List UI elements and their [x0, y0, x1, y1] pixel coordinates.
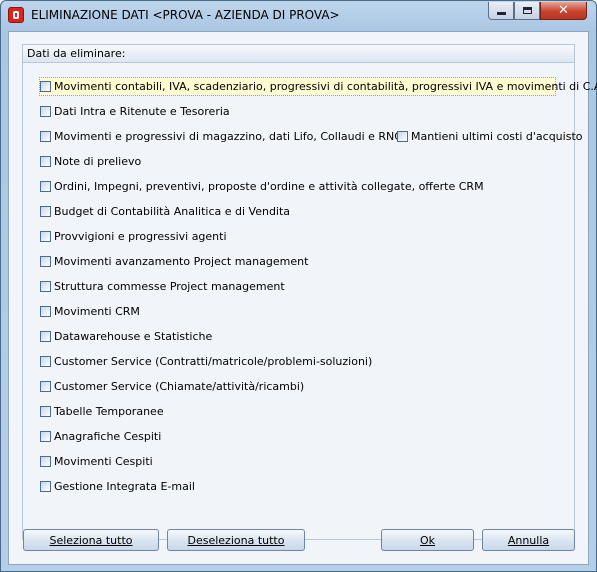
checkbox[interactable]: [40, 156, 51, 167]
checkbox[interactable]: [40, 206, 51, 217]
ok-button[interactable]: Ok: [381, 529, 474, 551]
option-movimenti-project[interactable]: Movimenti avanzamento Project management: [40, 253, 308, 270]
maximize-icon: [522, 7, 532, 14]
option-label: Customer Service (Chiamate/attività/rica…: [54, 380, 305, 393]
option-customer-service-chiamate[interactable]: Customer Service (Chiamate/attività/rica…: [40, 378, 304, 395]
option-dati-intra[interactable]: Dati Intra e Ritenute e Tesoreria: [40, 103, 230, 120]
checkbox[interactable]: [40, 181, 51, 192]
title-bar[interactable]: ELIMINAZIONE DATI <PROVA - AZIENDA DI PR…: [1, 1, 596, 31]
checkbox[interactable]: [40, 431, 51, 442]
dialog-body: Dati da eliminare: Movimenti contabili, …: [8, 31, 597, 565]
option-label: Dati Intra e Ritenute e Tesoreria: [54, 105, 230, 118]
checkbox[interactable]: [40, 406, 51, 417]
option-label: Movimenti avanzamento Project management: [54, 255, 309, 268]
option-label: Datawarehouse e Statistiche: [54, 330, 213, 343]
option-datawarehouse[interactable]: Datawarehouse e Statistiche: [40, 328, 212, 345]
checkbox[interactable]: [40, 381, 51, 392]
checkbox[interactable]: [40, 306, 51, 317]
option-movimenti-magazzino[interactable]: Movimenti e progressivi di magazzino, da…: [40, 128, 402, 145]
checkbox[interactable]: [40, 256, 51, 267]
option-label: Movimenti contabili, IVA, scadenziario, …: [54, 80, 597, 93]
option-provvigioni[interactable]: Provvigioni e progressivi agenti: [40, 228, 227, 245]
option-label: Budget di Contabilità Analitica e di Ven…: [54, 205, 291, 218]
option-label: Anagrafiche Cespiti: [54, 430, 162, 443]
option-tabelle-temporanee[interactable]: Tabelle Temporanee: [40, 403, 164, 420]
option-budget[interactable]: Budget di Contabilità Analitica e di Ven…: [40, 203, 290, 220]
option-note-prelievo[interactable]: Note di prelievo: [40, 153, 141, 170]
option-gestione-email[interactable]: Gestione Integrata E-mail: [40, 478, 195, 495]
checkbox[interactable]: [397, 131, 408, 142]
option-movimenti-cespiti[interactable]: Movimenti Cespiti: [40, 453, 153, 470]
option-label: Mantieni ultimi costi d'acquisto: [411, 130, 583, 143]
option-label: Movimenti Cespiti: [54, 455, 153, 468]
checkbox[interactable]: [40, 481, 51, 492]
maximize-button[interactable]: [514, 2, 540, 20]
checkbox[interactable]: [40, 81, 51, 92]
data-to-delete-group: Dati da eliminare: Movimenti contabili, …: [22, 44, 597, 540]
checkbox[interactable]: [40, 231, 51, 242]
minimize-icon: [496, 12, 506, 15]
app-logo-icon: [8, 7, 24, 23]
checkbox[interactable]: [40, 131, 51, 142]
option-label: Ordini, Impegni, preventivi, proposte d'…: [54, 180, 484, 193]
option-movimenti-contabili[interactable]: Movimenti contabili, IVA, scadenziario, …: [39, 77, 597, 96]
cancel-button[interactable]: Annulla: [482, 529, 575, 551]
select-all-button[interactable]: Seleziona tutto: [23, 529, 159, 551]
option-ordini-impegni[interactable]: Ordini, Impegni, preventivi, proposte d'…: [40, 178, 484, 195]
deselect-all-button[interactable]: Deseleziona tutto: [167, 529, 305, 551]
option-label: Movimenti CRM: [54, 305, 140, 318]
option-label: Tabelle Temporanee: [54, 405, 164, 418]
option-customer-service-contratti[interactable]: Customer Service (Contratti/matricole/pr…: [40, 353, 372, 370]
group-header: Dati da eliminare:: [23, 45, 574, 63]
option-label: Note di prelievo: [54, 155, 142, 168]
option-struttura-commesse[interactable]: Struttura commesse Project management: [40, 278, 285, 295]
minimize-button[interactable]: [488, 2, 514, 20]
option-label: Customer Service (Contratti/matricole/pr…: [54, 355, 373, 368]
checkbox[interactable]: [40, 356, 51, 367]
window-title: ELIMINAZIONE DATI <PROVA - AZIENDA DI PR…: [31, 8, 340, 22]
option-label: Movimenti e progressivi di magazzino, da…: [54, 130, 402, 143]
close-icon: ✕: [558, 2, 569, 18]
option-label: Struttura commesse Project management: [54, 280, 285, 293]
option-movimenti-crm[interactable]: Movimenti CRM: [40, 303, 140, 320]
close-button[interactable]: ✕: [540, 2, 587, 20]
dialog-window: ELIMINAZIONE DATI <PROVA - AZIENDA DI PR…: [0, 0, 597, 572]
checkbox[interactable]: [40, 456, 51, 467]
option-anagrafiche-cespiti[interactable]: Anagrafiche Cespiti: [40, 428, 161, 445]
checkbox[interactable]: [40, 106, 51, 117]
option-mantieni-ultimi-costi[interactable]: Mantieni ultimi costi d'acquisto: [397, 128, 582, 145]
option-label: Provvigioni e progressivi agenti: [54, 230, 227, 243]
checkbox[interactable]: [40, 281, 51, 292]
checkbox[interactable]: [40, 331, 51, 342]
group-title: Dati da eliminare:: [27, 47, 126, 60]
option-label: Gestione Integrata E-mail: [54, 480, 195, 493]
